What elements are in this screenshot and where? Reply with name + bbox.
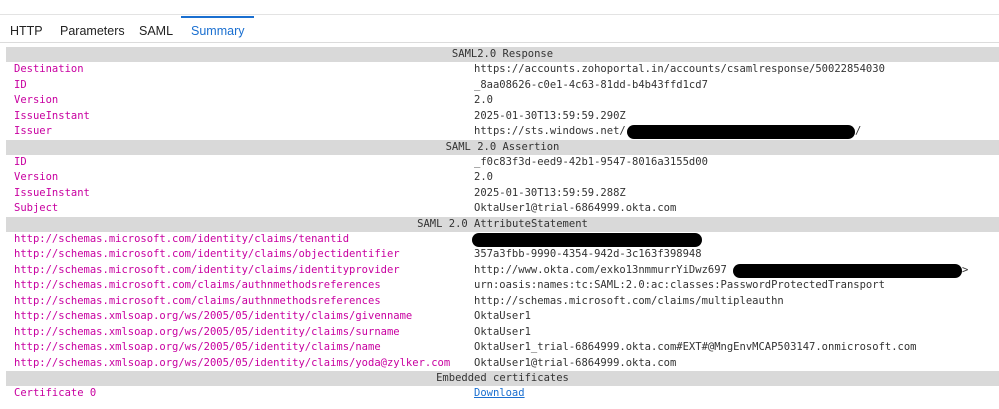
tab-saml[interactable]: SAML xyxy=(139,16,173,41)
row-key: http://schemas.xmlsoap.org/ws/2005/05/id… xyxy=(14,325,400,338)
row-value: http://schemas.microsoft.com/claims/mult… xyxy=(474,294,784,307)
row-value: 2.0 xyxy=(474,171,493,183)
row-value: _f0c83f3d-eed9-42b1-9547-8016a3155d00 xyxy=(474,155,708,168)
table-row: ID _8aa08626-c0e1-4c63-81dd-b4b43ffd1cd7 xyxy=(0,78,999,94)
row-value: https://accounts.zohoportal.in/accounts/… xyxy=(474,63,885,75)
redaction-block xyxy=(472,232,702,247)
row-value: urn:oasis:names:tc:SAML:2.0:ac:classes:P… xyxy=(474,279,885,291)
row-key: Subject xyxy=(14,202,59,214)
row-value: OktaUser1@trial-6864999.okta.com xyxy=(474,202,677,214)
table-row: http://schemas.xmlsoap.org/ws/2005/05/id… xyxy=(0,325,999,341)
row-key: IssueInstant xyxy=(14,109,90,122)
tab-summary[interactable]: Summary xyxy=(181,16,255,43)
section-header-attributes: SAML 2.0 AttributeStatement xyxy=(6,216,999,232)
row-value: OktaUser1 xyxy=(474,310,531,322)
tab-parameters[interactable]: Parameters xyxy=(60,16,125,41)
row-key: http://schemas.microsoft.com/claims/auth… xyxy=(14,279,381,291)
row-value: https://sts.windows.net/ xyxy=(474,125,626,137)
table-row: Version 2.0 xyxy=(0,93,999,109)
row-value: OktaUser1 xyxy=(474,325,531,338)
row-value: 357a3fbb-9990-4354-942d-3c163f398948 xyxy=(474,248,702,260)
table-row: ID _f0c83f3d-eed9-42b1-9547-8016a3155d00 xyxy=(0,155,999,171)
row-value: _8aa08626-c0e1-4c63-81dd-b4b43ffd1cd7 xyxy=(474,78,708,91)
table-row: http://schemas.xmlsoap.org/ws/2005/05/id… xyxy=(0,340,999,356)
row-value: 2025-01-30T13:59:59.288Z xyxy=(474,186,626,199)
redaction-block xyxy=(733,263,962,278)
summary-panel: SAML2.0 Response Destination https://acc… xyxy=(0,47,999,402)
row-key: Version xyxy=(14,94,59,106)
row-key: ID xyxy=(14,155,27,168)
table-row: Certificate 0 Download xyxy=(0,386,999,402)
table-row: http://schemas.microsoft.com/claims/auth… xyxy=(0,278,999,294)
row-key: Certificate 0 xyxy=(14,387,97,399)
row-key: http://schemas.microsoft.com/identity/cl… xyxy=(14,232,350,245)
table-row: Destination https://accounts.zohoportal.… xyxy=(0,62,999,78)
table-row: Subject OktaUser1@trial-6864999.okta.com xyxy=(0,201,999,217)
section-header-assertion: SAML 2.0 Assertion xyxy=(6,139,999,155)
table-row: http://schemas.xmlsoap.org/ws/2005/05/id… xyxy=(0,309,999,325)
row-key: http://schemas.xmlsoap.org/ws/2005/05/id… xyxy=(14,341,381,353)
table-row: IssueInstant 2025-01-30T13:59:59.290Z xyxy=(0,109,999,125)
row-key: http://schemas.microsoft.com/claims/auth… xyxy=(14,294,381,307)
table-row: http://schemas.microsoft.com/claims/auth… xyxy=(0,294,999,310)
table-row: http://schemas.microsoft.com/identity/cl… xyxy=(0,263,999,279)
row-key: ID xyxy=(14,78,27,91)
section-header-response: SAML2.0 Response xyxy=(6,47,999,62)
row-value: 2.0 xyxy=(474,94,493,106)
top-divider xyxy=(0,14,999,15)
table-row: Issuer https://sts.windows.net/ / xyxy=(0,124,999,140)
row-key: http://schemas.xmlsoap.org/ws/2005/05/id… xyxy=(14,310,413,322)
download-link[interactable]: Download xyxy=(474,386,525,402)
row-key: Version xyxy=(14,171,59,183)
table-row: IssueInstant 2025-01-30T13:59:59.288Z xyxy=(0,186,999,202)
row-value: http://www.okta.com/exko13nmmurrYiDwz697 xyxy=(474,263,727,276)
row-value: OktaUser1@trial-6864999.okta.com xyxy=(474,356,677,369)
row-value-tail: / xyxy=(855,125,862,137)
section-header-certificates: Embedded certificates xyxy=(6,371,999,386)
table-row: http://schemas.microsoft.com/identity/cl… xyxy=(0,232,999,248)
row-key: http://schemas.microsoft.com/identity/cl… xyxy=(14,263,400,276)
tab-bar: HTTP Parameters SAML Summary xyxy=(0,16,999,43)
row-value-tail: > xyxy=(962,263,969,276)
row-key: IssueInstant xyxy=(14,186,90,199)
row-key: http://schemas.microsoft.com/identity/cl… xyxy=(14,248,400,260)
table-row: http://schemas.xmlsoap.org/ws/2005/05/id… xyxy=(0,356,999,372)
row-key: http://schemas.xmlsoap.org/ws/2005/05/id… xyxy=(14,356,451,369)
tab-http[interactable]: HTTP xyxy=(10,16,43,41)
row-key: Issuer xyxy=(14,125,52,137)
row-value: 2025-01-30T13:59:59.290Z xyxy=(474,109,626,122)
table-row: http://schemas.microsoft.com/identity/cl… xyxy=(0,247,999,263)
table-row: Version 2.0 xyxy=(0,170,999,186)
row-key: Destination xyxy=(14,63,84,75)
row-value: OktaUser1_trial-6864999.okta.com#EXT#@Mn… xyxy=(474,341,917,353)
redaction-block xyxy=(627,125,855,139)
